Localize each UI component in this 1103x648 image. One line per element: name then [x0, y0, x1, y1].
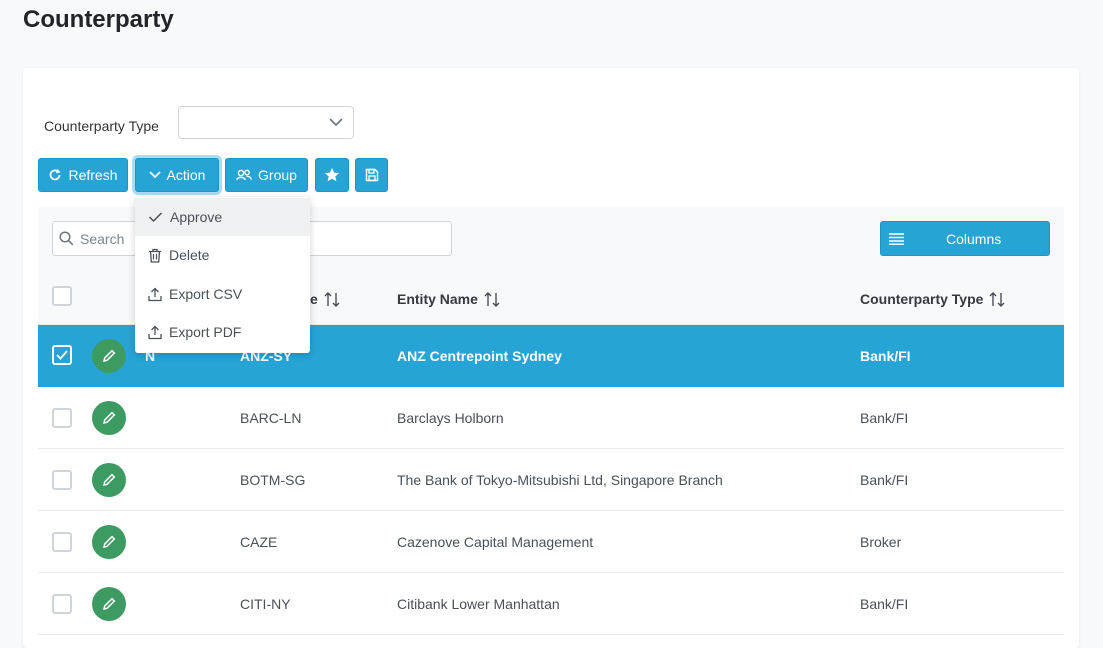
refresh-icon [50, 168, 61, 181]
menu-item-label: Approve [170, 209, 223, 225]
entity-name-cell: ANZ Centrepoint Sydney [397, 348, 562, 364]
trash-icon [149, 248, 161, 263]
counterparty-type-cell: Bank/FI [860, 596, 909, 612]
pencil-icon [102, 473, 116, 487]
search-icon [59, 231, 74, 246]
action-menu: Approve Delete Export CSV Export PDF [135, 197, 310, 353]
refresh-button[interactable]: Refresh [38, 158, 128, 192]
menu-item-label: Delete [169, 247, 210, 263]
row-checkbox[interactable] [52, 532, 72, 552]
table-row[interactable]: BOTM-SG The Bank of Tokyo-Mitsubishi Ltd… [38, 449, 1064, 511]
code-cell: BOTM-SG [240, 472, 306, 488]
counterparty-type-cell: Bank/FI [860, 410, 909, 426]
group-button[interactable]: Group [225, 158, 308, 192]
edit-button[interactable] [92, 401, 126, 435]
check-icon [148, 212, 163, 223]
counterparty-type-cell: Broker [860, 534, 902, 550]
users-icon [236, 169, 252, 181]
menu-item-export-csv[interactable]: Export CSV [135, 275, 310, 313]
pencil-icon [102, 597, 116, 611]
menu-item-label: Export PDF [169, 324, 242, 340]
page-title: Counterparty [23, 6, 174, 33]
row-checkbox[interactable] [52, 408, 72, 428]
columns-label: Columns [946, 231, 1002, 247]
row-checkbox[interactable] [52, 594, 72, 614]
pencil-icon [102, 535, 116, 549]
group-label: Group [258, 167, 297, 183]
header-entity-name-label: Entity Name [397, 291, 478, 307]
chevron-down-icon [148, 171, 161, 179]
pencil-icon [102, 411, 116, 425]
counterparty-type-cell: Bank/FI [860, 348, 911, 364]
menu-item-delete[interactable]: Delete [135, 236, 310, 274]
action-label: Action [166, 167, 206, 183]
entity-name-cell: Cazenove Capital Management [397, 534, 594, 550]
counterparty-type-label: Counterparty Type [44, 118, 159, 134]
entity-name-cell: Barclays Holborn [397, 410, 504, 426]
sort-icon [484, 291, 500, 307]
chevron-down-icon [329, 118, 343, 127]
entity-name-cell: The Bank of Tokyo-Mitsubishi Ltd, Singap… [397, 472, 723, 488]
row-checkbox[interactable] [52, 345, 72, 365]
table-row[interactable]: CAZE Cazenove Capital Management Broker [38, 511, 1064, 573]
counterparty-type-cell: Bank/FI [860, 472, 909, 488]
upload-icon [148, 287, 162, 301]
refresh-label: Refresh [68, 167, 118, 183]
list-icon [889, 233, 904, 245]
code-cell: CAZE [240, 534, 278, 550]
star-icon [325, 168, 339, 182]
table-row[interactable]: CITI-NY Citibank Lower Manhattan Bank/FI [38, 573, 1064, 635]
check-icon [56, 350, 68, 360]
table-row[interactable]: BARC-LN Barclays Holborn Bank/FI [38, 387, 1064, 449]
menu-item-label: Export CSV [169, 286, 243, 302]
code-cell: BARC-LN [240, 410, 302, 426]
edit-button[interactable] [92, 525, 126, 559]
action-button[interactable]: Action [135, 158, 219, 192]
header-counterparty-type[interactable]: Counterparty Type [860, 291, 1005, 307]
favorite-button[interactable] [315, 158, 349, 192]
code-cell: CITI-NY [240, 596, 291, 612]
counterparty-type-dropdown[interactable] [178, 106, 354, 139]
save-icon [365, 168, 378, 182]
header-entity-name[interactable]: Entity Name [397, 291, 500, 307]
header-code[interactable]: e [310, 291, 340, 307]
entity-name-cell: Citibank Lower Manhattan [397, 596, 560, 612]
row-checkbox[interactable] [52, 470, 72, 490]
header-code-label: e [310, 291, 318, 307]
edit-button[interactable] [92, 587, 126, 621]
upload-icon [148, 325, 162, 339]
menu-item-export-pdf[interactable]: Export PDF [135, 313, 310, 351]
header-counterparty-type-label: Counterparty Type [860, 291, 984, 307]
sort-icon [324, 291, 340, 307]
edit-button[interactable] [92, 463, 126, 497]
columns-button[interactable]: Columns [880, 221, 1050, 256]
menu-item-approve[interactable]: Approve [135, 198, 310, 236]
edit-button[interactable] [92, 339, 126, 373]
pencil-icon [102, 349, 116, 363]
sort-icon [989, 291, 1005, 307]
select-all-checkbox[interactable] [52, 286, 72, 306]
save-button[interactable] [355, 158, 388, 192]
